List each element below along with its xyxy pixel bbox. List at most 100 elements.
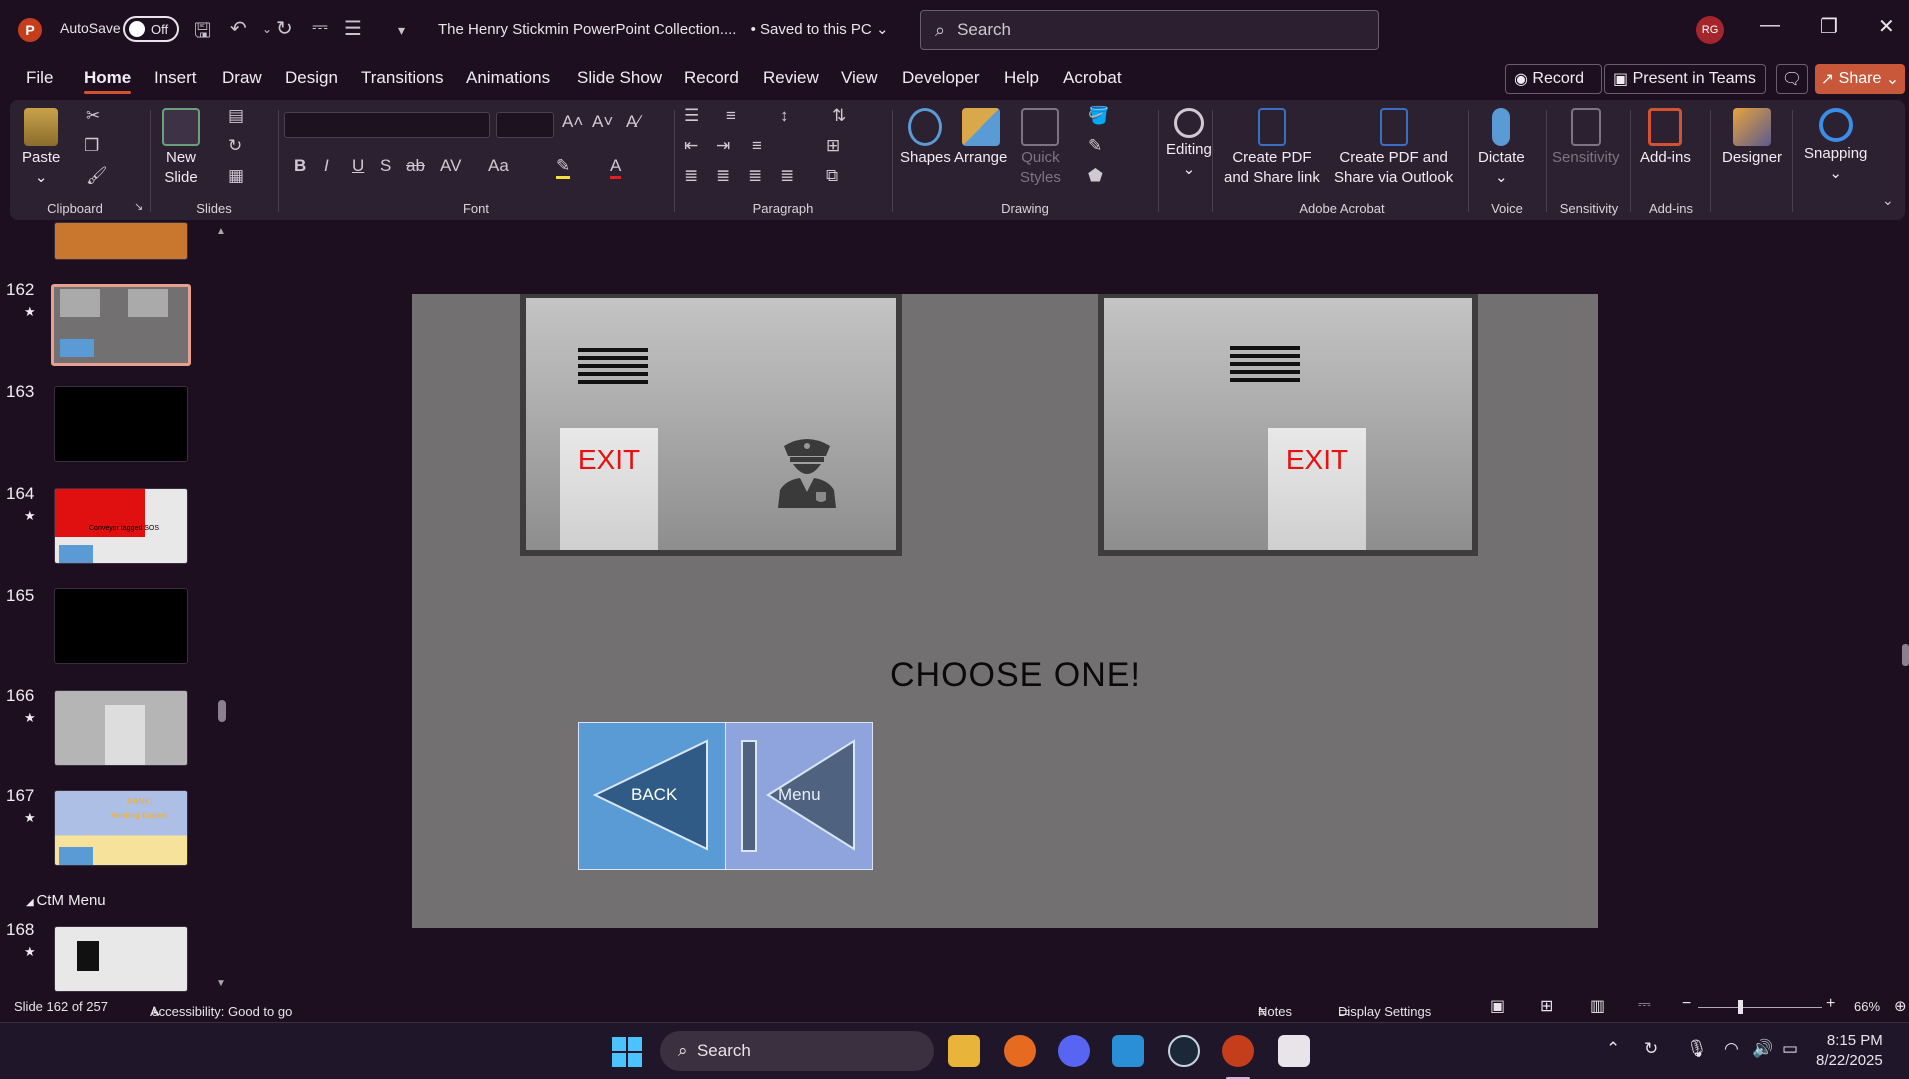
discord-icon[interactable]	[1058, 1035, 1090, 1067]
scrollbar-thumb[interactable]	[218, 700, 226, 722]
slide-counter[interactable]: Slide 162 of 257	[14, 999, 108, 1014]
thumbnail-scrollbar[interactable]: ▲ ▼	[216, 226, 228, 990]
shadow-button[interactable]: S	[380, 156, 391, 176]
file-explorer-icon[interactable]	[948, 1035, 980, 1067]
sensitivity-button[interactable]: Sensitivity	[1552, 108, 1620, 168]
layout-icon[interactable]: ☰	[344, 16, 362, 41]
section-ctm-menu[interactable]: ◢ CtM Menu	[26, 892, 106, 909]
steam-icon[interactable]	[1168, 1035, 1200, 1067]
start-icon[interactable]	[612, 1037, 642, 1067]
share-button[interactable]: ↗ Share ⌄	[1815, 64, 1905, 94]
microphone-icon[interactable]: 🎙	[1686, 1039, 1708, 1059]
align-left-icon[interactable]: ≣	[684, 166, 698, 186]
zoom-slider-thumb[interactable]	[1738, 1000, 1743, 1014]
normal-view-icon[interactable]: ▣	[1490, 996, 1505, 1016]
present-in-teams-button[interactable]: ▣ Present in Teams	[1604, 64, 1766, 94]
columns-icon[interactable]: ≡	[752, 136, 762, 156]
shape-fill-icon[interactable]: 🪣	[1088, 106, 1109, 126]
underline-button[interactable]: U	[352, 156, 364, 176]
redo-icon[interactable]: ↻	[276, 16, 293, 41]
bold-button[interactable]: B	[294, 156, 306, 176]
fit-slide-icon[interactable]: ⊕	[1894, 997, 1907, 1015]
firefox-icon[interactable]	[1004, 1035, 1036, 1067]
align-center-icon[interactable]: ≣	[716, 166, 730, 186]
decrease-indent-icon[interactable]: ⇤	[684, 136, 698, 156]
present-from-start-icon[interactable]: ⎓	[312, 16, 328, 39]
tab-review[interactable]: Review	[763, 68, 819, 88]
smartart-icon[interactable]: ⧉	[826, 166, 838, 186]
powerpoint-taskbar-icon[interactable]	[1222, 1035, 1254, 1067]
comments-button[interactable]: 🗨	[1776, 64, 1808, 94]
reset-icon[interactable]: ↻	[228, 136, 242, 156]
slide-thumbnail-166[interactable]	[54, 690, 188, 766]
tab-view[interactable]: View	[841, 68, 878, 88]
scroll-down-icon[interactable]: ▼	[216, 978, 226, 989]
tab-transitions[interactable]: Transitions	[361, 68, 444, 88]
save-icon[interactable]: 🖫	[194, 16, 211, 50]
text-direction-icon[interactable]: ⇅	[832, 106, 846, 126]
tab-insert[interactable]: Insert	[154, 68, 197, 88]
exit-door[interactable]: EXIT	[1268, 428, 1366, 550]
italic-button[interactable]: I	[324, 156, 329, 176]
tab-file[interactable]: File	[26, 68, 53, 88]
highlight-icon[interactable]: ✎	[556, 156, 571, 179]
slide-thumbnail-164[interactable]: Conveyor tagged SOS	[54, 488, 188, 564]
strikethrough-button[interactable]: ab	[406, 156, 425, 176]
document-title[interactable]: The Henry Stickmin PowerPoint Collection…	[438, 20, 889, 38]
line-spacing-icon[interactable]: ↕	[780, 106, 789, 126]
volume-icon[interactable]: 🔊	[1752, 1039, 1773, 1059]
dictate-button[interactable]: Dictate ⌄	[1478, 108, 1525, 188]
scroll-up-icon[interactable]: ▲	[216, 226, 226, 237]
shape-outline-icon[interactable]: ✎	[1088, 136, 1102, 156]
snapping-button[interactable]: Snapping ⌄	[1804, 108, 1867, 184]
tab-record[interactable]: Record	[684, 68, 739, 88]
quick-styles-button[interactable]: Quick Styles	[1020, 108, 1061, 188]
zoom-in-icon[interactable]: +	[1826, 995, 1835, 1013]
change-case-button[interactable]: Aa	[488, 156, 509, 176]
numbering-icon[interactable]: ≡	[726, 106, 736, 126]
new-slide-button[interactable]: New Slide	[162, 108, 200, 188]
slide-thumbnail-165[interactable]	[54, 588, 188, 664]
zoom-slider[interactable]	[1698, 1000, 1822, 1014]
increase-indent-icon[interactable]: ⇥	[716, 136, 730, 156]
font-color-icon[interactable]: A	[610, 156, 622, 179]
autosave-toggle[interactable]: Off	[123, 16, 179, 42]
create-pdf-outlook-button[interactable]: Create PDF and Share via Outlook	[1334, 108, 1453, 188]
shrink-font-icon[interactable]: A˅	[592, 112, 613, 132]
zoom-level[interactable]: 66%	[1854, 999, 1880, 1014]
editing-button[interactable]: Editing ⌄	[1166, 108, 1212, 180]
justify-icon[interactable]: ≣	[780, 166, 794, 186]
grow-font-icon[interactable]: A˄	[562, 112, 583, 132]
slide-thumbnail-168[interactable]	[54, 926, 188, 992]
snipping-tool-icon[interactable]	[1278, 1035, 1310, 1067]
tab-acrobat[interactable]: Acrobat	[1063, 68, 1122, 88]
create-pdf-share-link-button[interactable]: Create PDF and Share link	[1224, 108, 1320, 188]
tab-design[interactable]: Design	[285, 68, 338, 88]
editor-scrollbar-thumb[interactable]	[1902, 644, 1909, 666]
align-right-icon[interactable]: ≣	[748, 166, 762, 186]
customize-qat-icon[interactable]: ▾	[398, 22, 405, 39]
tab-animations[interactable]: Animations	[466, 68, 550, 88]
cut-icon[interactable]: ✂	[86, 106, 100, 126]
back-button[interactable]: BACK	[578, 722, 726, 870]
slide-sorter-icon[interactable]: ⊞	[1540, 996, 1553, 1016]
clear-formatting-icon[interactable]: A∕	[626, 112, 640, 132]
tab-help[interactable]: Help	[1004, 68, 1039, 88]
font-name-field[interactable]	[284, 112, 490, 138]
tab-home[interactable]: Home	[84, 68, 132, 94]
section-icon[interactable]: ▦	[228, 166, 244, 186]
current-slide[interactable]: EXIT EXIT CHOOSE ONE! BACK Menu	[412, 294, 1598, 928]
character-spacing-button[interactable]: AV	[440, 156, 461, 176]
record-button[interactable]: ◉ Record	[1505, 64, 1602, 94]
align-text-icon[interactable]: ⊞	[826, 136, 840, 156]
collapse-ribbon-icon[interactable]: ⌄	[1882, 192, 1894, 209]
undo-icon[interactable]: ↶	[230, 16, 247, 41]
sync-icon[interactable]: ↻	[1644, 1039, 1658, 1059]
taskbar-search-input[interactable]: ⌕ Search	[660, 1031, 934, 1071]
search-input[interactable]: ⌕ Search	[920, 10, 1379, 50]
restore-icon[interactable]: ❐	[1820, 14, 1838, 39]
arrange-button[interactable]: Arrange	[954, 108, 1007, 168]
avatar[interactable]: RG	[1696, 16, 1724, 44]
shapes-button[interactable]: Shapes	[900, 108, 951, 168]
layout-icon[interactable]: ▤	[228, 106, 244, 126]
